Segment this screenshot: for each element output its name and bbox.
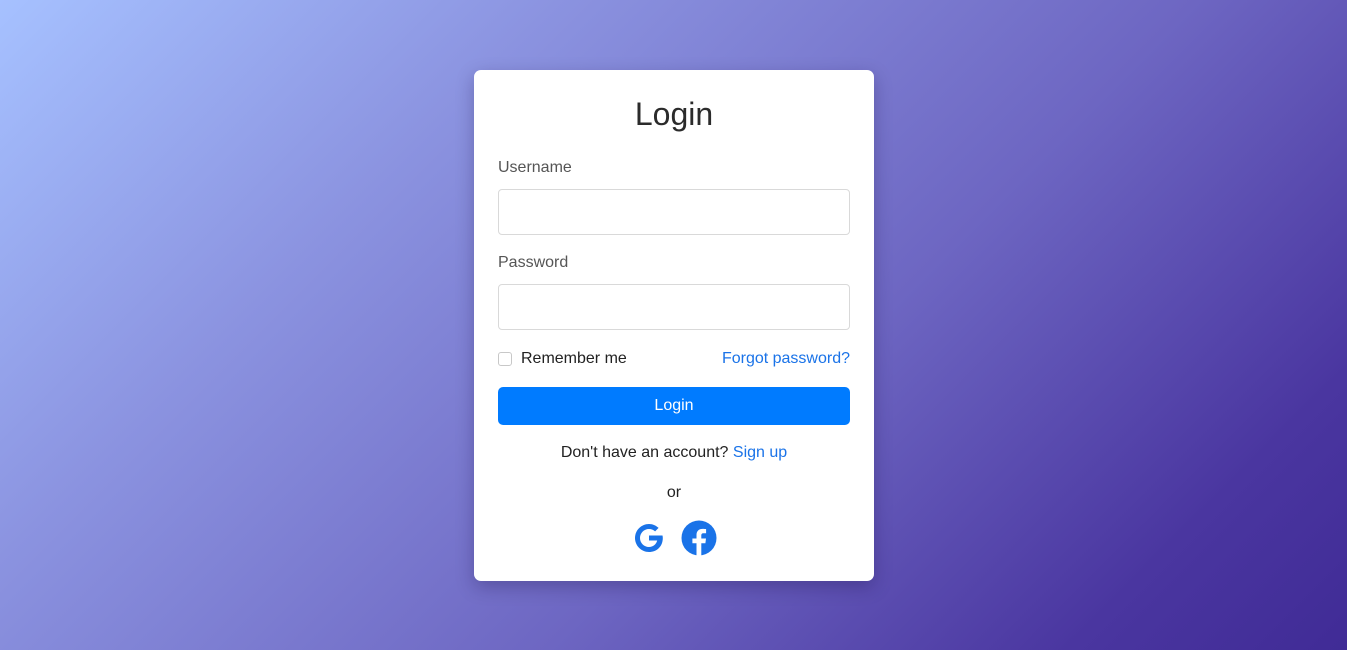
password-input[interactable] <box>498 284 850 330</box>
remember-me[interactable]: Remember me <box>498 350 627 368</box>
password-label: Password <box>498 254 569 271</box>
username-label: Username <box>498 159 572 176</box>
username-input[interactable] <box>498 189 850 235</box>
signup-prompt-line: Don't have an account? Sign up <box>498 444 850 462</box>
remember-me-label: Remember me <box>521 350 627 367</box>
remember-me-checkbox[interactable] <box>498 352 512 366</box>
login-card: Login Username Password Remember me Forg… <box>474 70 874 581</box>
options-row: Remember me Forgot password? <box>498 348 850 370</box>
facebook-icon[interactable] <box>681 520 717 556</box>
login-button[interactable]: Login <box>498 387 850 425</box>
google-icon[interactable] <box>631 520 667 556</box>
social-login <box>498 520 850 556</box>
page-title: Login <box>634 96 714 132</box>
or-divider: or <box>666 484 682 501</box>
signup-prompt: Don't have an account? <box>560 444 729 461</box>
signup-link[interactable]: Sign up <box>733 444 787 461</box>
forgot-password-link[interactable]: Forgot password? <box>722 350 850 368</box>
